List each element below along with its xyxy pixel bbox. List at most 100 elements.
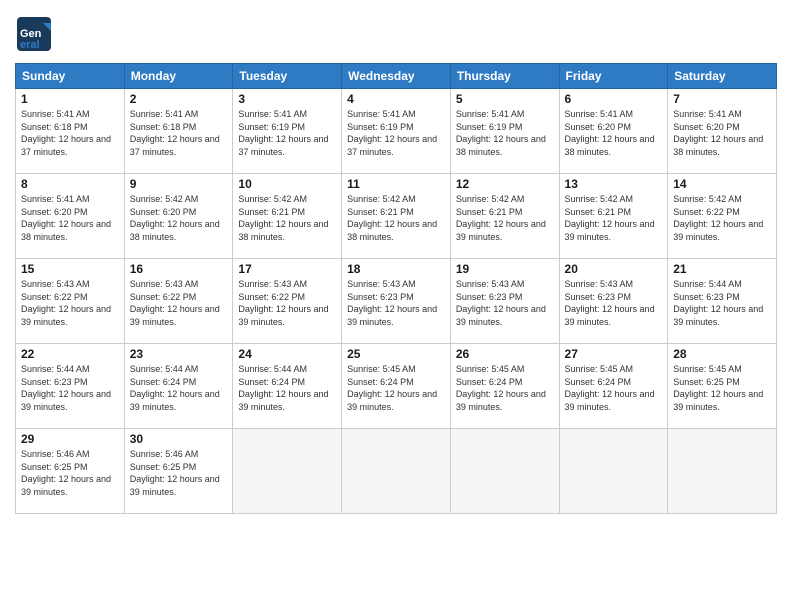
day-number: 1 (21, 92, 119, 106)
calendar-cell: 10 Sunrise: 5:42 AMSunset: 6:21 PMDayligh… (233, 174, 342, 259)
col-header-tuesday: Tuesday (233, 64, 342, 89)
day-number: 5 (456, 92, 554, 106)
cell-info: Sunrise: 5:41 AMSunset: 6:20 PMDaylight:… (673, 108, 771, 158)
cell-info: Sunrise: 5:43 AMSunset: 6:23 PMDaylight:… (347, 278, 445, 328)
cell-info: Sunrise: 5:42 AMSunset: 6:20 PMDaylight:… (130, 193, 228, 243)
calendar-cell: 9 Sunrise: 5:42 AMSunset: 6:20 PMDaylight… (124, 174, 233, 259)
day-number: 8 (21, 177, 119, 191)
cell-info: Sunrise: 5:44 AMSunset: 6:24 PMDaylight:… (130, 363, 228, 413)
day-number: 6 (565, 92, 663, 106)
day-number: 20 (565, 262, 663, 276)
calendar-week-1: 8 Sunrise: 5:41 AMSunset: 6:20 PMDaylight… (16, 174, 777, 259)
cell-info: Sunrise: 5:45 AMSunset: 6:24 PMDaylight:… (456, 363, 554, 413)
calendar-cell: 26 Sunrise: 5:45 AMSunset: 6:24 PMDayligh… (450, 344, 559, 429)
day-number: 3 (238, 92, 336, 106)
calendar-cell: 15 Sunrise: 5:43 AMSunset: 6:22 PMDayligh… (16, 259, 125, 344)
calendar-cell: 18 Sunrise: 5:43 AMSunset: 6:23 PMDayligh… (342, 259, 451, 344)
day-number: 2 (130, 92, 228, 106)
calendar-cell: 22 Sunrise: 5:44 AMSunset: 6:23 PMDayligh… (16, 344, 125, 429)
cell-info: Sunrise: 5:46 AMSunset: 6:25 PMDaylight:… (21, 448, 119, 498)
header: Gen eral (15, 15, 777, 53)
cell-info: Sunrise: 5:41 AMSunset: 6:18 PMDaylight:… (130, 108, 228, 158)
cell-info: Sunrise: 5:44 AMSunset: 6:23 PMDaylight:… (673, 278, 771, 328)
calendar-week-3: 22 Sunrise: 5:44 AMSunset: 6:23 PMDayligh… (16, 344, 777, 429)
cell-info: Sunrise: 5:41 AMSunset: 6:20 PMDaylight:… (565, 108, 663, 158)
calendar-cell: 4 Sunrise: 5:41 AMSunset: 6:19 PMDaylight… (342, 89, 451, 174)
cell-info: Sunrise: 5:41 AMSunset: 6:18 PMDaylight:… (21, 108, 119, 158)
calendar-cell (342, 429, 451, 514)
calendar-cell: 8 Sunrise: 5:41 AMSunset: 6:20 PMDaylight… (16, 174, 125, 259)
calendar-cell: 21 Sunrise: 5:44 AMSunset: 6:23 PMDayligh… (668, 259, 777, 344)
page: Gen eral SundayMondayTuesdayWednesdayThu… (0, 0, 792, 612)
cell-info: Sunrise: 5:41 AMSunset: 6:19 PMDaylight:… (347, 108, 445, 158)
col-header-friday: Friday (559, 64, 668, 89)
col-header-wednesday: Wednesday (342, 64, 451, 89)
cell-info: Sunrise: 5:42 AMSunset: 6:21 PMDaylight:… (456, 193, 554, 243)
cell-info: Sunrise: 5:43 AMSunset: 6:22 PMDaylight:… (238, 278, 336, 328)
day-number: 7 (673, 92, 771, 106)
day-number: 10 (238, 177, 336, 191)
cell-info: Sunrise: 5:44 AMSunset: 6:23 PMDaylight:… (21, 363, 119, 413)
calendar-cell: 6 Sunrise: 5:41 AMSunset: 6:20 PMDaylight… (559, 89, 668, 174)
calendar-cell (450, 429, 559, 514)
calendar-table: SundayMondayTuesdayWednesdayThursdayFrid… (15, 63, 777, 514)
day-number: 17 (238, 262, 336, 276)
cell-info: Sunrise: 5:41 AMSunset: 6:20 PMDaylight:… (21, 193, 119, 243)
day-number: 27 (565, 347, 663, 361)
col-header-monday: Monday (124, 64, 233, 89)
col-header-saturday: Saturday (668, 64, 777, 89)
day-number: 12 (456, 177, 554, 191)
day-number: 19 (456, 262, 554, 276)
calendar-week-0: 1 Sunrise: 5:41 AMSunset: 6:18 PMDaylight… (16, 89, 777, 174)
cell-info: Sunrise: 5:43 AMSunset: 6:22 PMDaylight:… (130, 278, 228, 328)
day-number: 29 (21, 432, 119, 446)
cell-info: Sunrise: 5:42 AMSunset: 6:21 PMDaylight:… (238, 193, 336, 243)
calendar-week-4: 29 Sunrise: 5:46 AMSunset: 6:25 PMDayligh… (16, 429, 777, 514)
calendar-week-2: 15 Sunrise: 5:43 AMSunset: 6:22 PMDayligh… (16, 259, 777, 344)
cell-info: Sunrise: 5:43 AMSunset: 6:22 PMDaylight:… (21, 278, 119, 328)
calendar-cell: 17 Sunrise: 5:43 AMSunset: 6:22 PMDayligh… (233, 259, 342, 344)
day-number: 26 (456, 347, 554, 361)
calendar-cell (559, 429, 668, 514)
calendar-cell: 19Sunrise: 5:43 AMSunset: 6:23 PMDayligh… (450, 259, 559, 344)
day-number: 15 (21, 262, 119, 276)
day-number: 25 (347, 347, 445, 361)
calendar-cell: 2 Sunrise: 5:41 AMSunset: 6:18 PMDaylight… (124, 89, 233, 174)
calendar-cell: 23 Sunrise: 5:44 AMSunset: 6:24 PMDayligh… (124, 344, 233, 429)
cell-info: Sunrise: 5:41 AMSunset: 6:19 PMDaylight:… (238, 108, 336, 158)
calendar-cell: 30Sunrise: 5:46 AMSunset: 6:25 PMDayligh… (124, 429, 233, 514)
day-number: 22 (21, 347, 119, 361)
calendar-cell: 20Sunrise: 5:43 AMSunset: 6:23 PMDayligh… (559, 259, 668, 344)
col-header-thursday: Thursday (450, 64, 559, 89)
cell-info: Sunrise: 5:42 AMSunset: 6:21 PMDaylight:… (565, 193, 663, 243)
day-number: 21 (673, 262, 771, 276)
calendar-cell: 13Sunrise: 5:42 AMSunset: 6:21 PMDayligh… (559, 174, 668, 259)
cell-info: Sunrise: 5:45 AMSunset: 6:24 PMDaylight:… (347, 363, 445, 413)
cell-info: Sunrise: 5:41 AMSunset: 6:19 PMDaylight:… (456, 108, 554, 158)
calendar-cell: 14 Sunrise: 5:42 AMSunset: 6:22 PMDayligh… (668, 174, 777, 259)
logo-icon: Gen eral (15, 15, 53, 53)
cell-info: Sunrise: 5:42 AMSunset: 6:21 PMDaylight:… (347, 193, 445, 243)
col-header-sunday: Sunday (16, 64, 125, 89)
calendar-cell: 24Sunrise: 5:44 AMSunset: 6:24 PMDayligh… (233, 344, 342, 429)
calendar-cell (668, 429, 777, 514)
cell-info: Sunrise: 5:42 AMSunset: 6:22 PMDaylight:… (673, 193, 771, 243)
calendar-cell: 5 Sunrise: 5:41 AMSunset: 6:19 PMDaylight… (450, 89, 559, 174)
calendar-cell: 25 Sunrise: 5:45 AMSunset: 6:24 PMDayligh… (342, 344, 451, 429)
calendar-cell: 29 Sunrise: 5:46 AMSunset: 6:25 PMDayligh… (16, 429, 125, 514)
day-number: 9 (130, 177, 228, 191)
logo: Gen eral (15, 15, 57, 53)
day-number: 14 (673, 177, 771, 191)
calendar-cell: 27Sunrise: 5:45 AMSunset: 6:24 PMDayligh… (559, 344, 668, 429)
calendar-cell: 7 Sunrise: 5:41 AMSunset: 6:20 PMDaylight… (668, 89, 777, 174)
day-number: 23 (130, 347, 228, 361)
calendar-cell: 1 Sunrise: 5:41 AMSunset: 6:18 PMDaylight… (16, 89, 125, 174)
day-number: 18 (347, 262, 445, 276)
day-number: 16 (130, 262, 228, 276)
day-number: 11 (347, 177, 445, 191)
svg-text:eral: eral (20, 39, 40, 51)
cell-info: Sunrise: 5:45 AMSunset: 6:25 PMDaylight:… (673, 363, 771, 413)
day-number: 4 (347, 92, 445, 106)
calendar-cell: 11 Sunrise: 5:42 AMSunset: 6:21 PMDayligh… (342, 174, 451, 259)
cell-info: Sunrise: 5:46 AMSunset: 6:25 PMDaylight:… (130, 448, 228, 498)
